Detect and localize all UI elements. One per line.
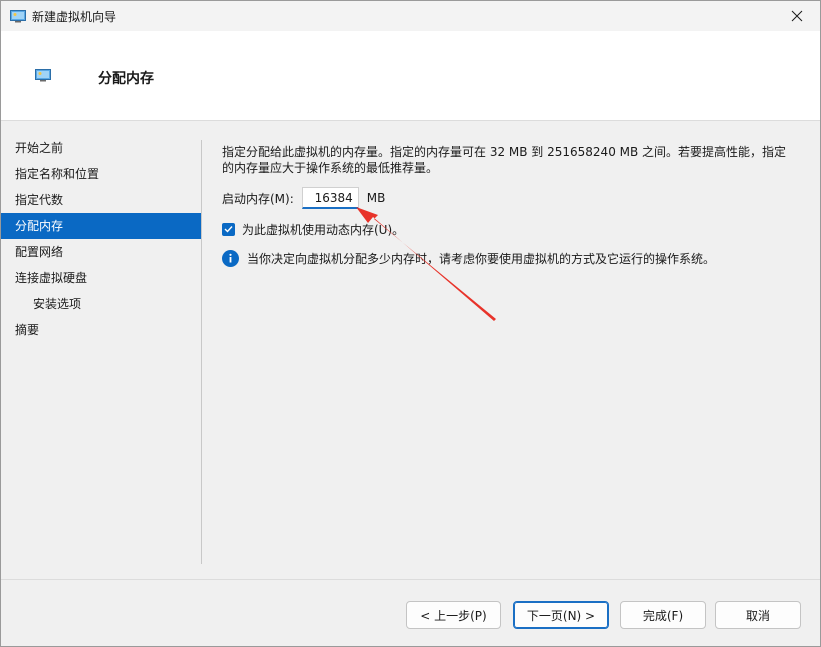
startup-memory-row: 启动内存(M): MB: [222, 187, 385, 209]
startup-memory-input[interactable]: [301, 187, 359, 209]
dynamic-memory-checkbox[interactable]: [222, 222, 235, 236]
sidebar-item-assign-memory[interactable]: 分配内存: [1, 213, 201, 239]
sidebar-item-before-you-begin[interactable]: 开始之前: [1, 135, 201, 161]
dynamic-memory-label[interactable]: 为此虚拟机使用动态内存(U)。: [242, 221, 404, 238]
next-button[interactable]: 下一页(N) >: [513, 601, 609, 629]
info-text: 当你决定向虚拟机分配多少内存时，请考虑你要使用虚拟机的方式及它运行的操作系统。: [247, 251, 716, 266]
vm-monitor-icon: [35, 69, 51, 82]
window-title: 新建虚拟机向导: [32, 9, 117, 24]
checkmark-icon: [224, 226, 233, 233]
sidebar-item-name-and-location[interactable]: 指定名称和位置: [1, 161, 201, 187]
content-panel: 指定分配给此虚拟机的内存量。指定的内存量可在 32 MB 到 251658240…: [222, 144, 802, 267]
finish-button[interactable]: 完成(F): [620, 601, 706, 629]
memory-description: 指定分配给此虚拟机的内存量。指定的内存量可在 32 MB 到 251658240…: [222, 145, 787, 175]
memory-unit: MB: [366, 191, 386, 205]
info-note: 当你决定向虚拟机分配多少内存时，请考虑你要使用虚拟机的方式及它运行的操作系统。: [222, 248, 715, 268]
wizard-footer: < 上一步(P) 下一页(N) > 完成(F) 取消: [1, 579, 820, 646]
sidebar-item-virtual-hard-disk[interactable]: 连接虚拟硬盘: [1, 265, 201, 291]
page-header: 分配内存: [1, 31, 820, 121]
vm-monitor-icon: [10, 9, 26, 22]
startup-memory-label: 启动内存(M):: [222, 191, 294, 206]
previous-button[interactable]: < 上一步(P): [406, 601, 501, 629]
sidebar-item-networking[interactable]: 配置网络: [1, 239, 201, 265]
wizard-window: 新建虚拟机向导 分配内存 开始之前 指定名称和位置 指定代数 分配内存 配置网络…: [0, 0, 821, 647]
wizard-steps-sidebar: 开始之前 指定名称和位置 指定代数 分配内存 配置网络 连接虚拟硬盘 安装选项 …: [1, 135, 201, 343]
close-icon: [791, 10, 803, 22]
sidebar-divider: [201, 140, 202, 564]
dynamic-memory-row: 为此虚拟机使用动态内存(U)。: [222, 220, 404, 238]
cancel-button[interactable]: 取消: [715, 601, 801, 629]
sidebar-item-generation[interactable]: 指定代数: [1, 187, 201, 213]
page-title: 分配内存: [98, 71, 154, 87]
close-button[interactable]: [774, 1, 820, 31]
sidebar-item-installation-options[interactable]: 安装选项: [1, 291, 201, 317]
title-bar: 新建虚拟机向导: [1, 1, 820, 31]
sidebar-item-summary[interactable]: 摘要: [1, 317, 201, 343]
info-icon: [222, 249, 239, 267]
